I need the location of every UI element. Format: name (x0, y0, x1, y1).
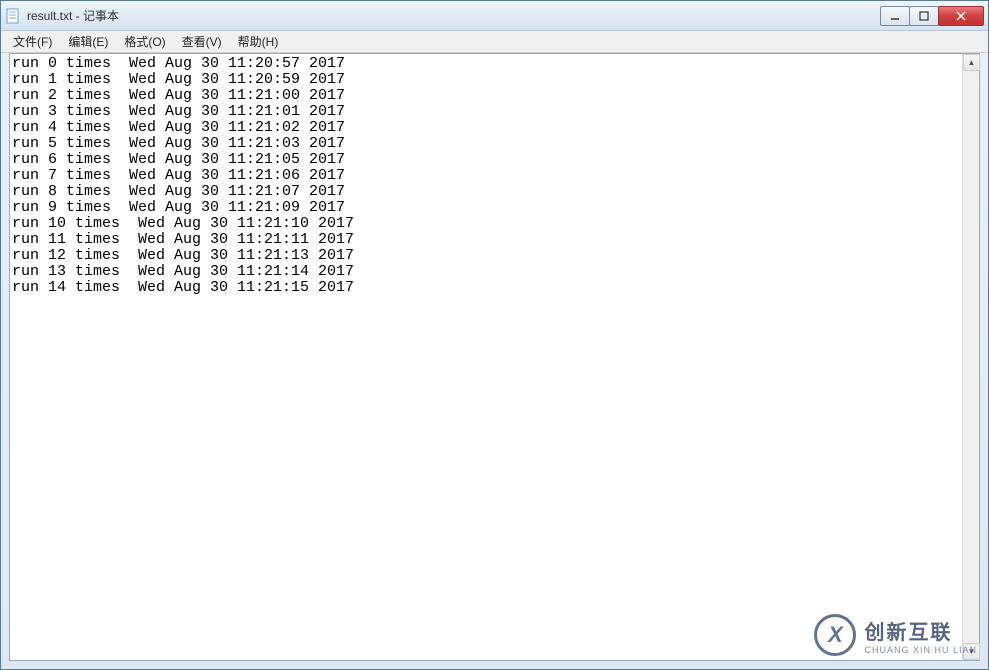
window-title: result.txt - 记事本 (27, 7, 881, 24)
titlebar[interactable]: result.txt - 记事本 (1, 1, 988, 31)
window-controls (881, 6, 984, 26)
minimize-button[interactable] (880, 6, 910, 26)
text-line: run 12 times Wed Aug 30 11:21:13 2017 (12, 248, 960, 264)
text-line: run 1 times Wed Aug 30 11:20:59 2017 (12, 72, 960, 88)
text-line: run 8 times Wed Aug 30 11:21:07 2017 (12, 184, 960, 200)
close-button[interactable] (938, 6, 984, 26)
text-line: run 3 times Wed Aug 30 11:21:01 2017 (12, 104, 960, 120)
watermark-en: CHUANG XIN HU LIAN (864, 645, 977, 655)
text-line: run 7 times Wed Aug 30 11:21:06 2017 (12, 168, 960, 184)
text-line: run 14 times Wed Aug 30 11:21:15 2017 (12, 280, 960, 296)
watermark: X 创新互联 CHUANG XIN HU LIAN (814, 614, 977, 656)
text-line: run 5 times Wed Aug 30 11:21:03 2017 (12, 136, 960, 152)
text-line: run 10 times Wed Aug 30 11:21:10 2017 (12, 216, 960, 232)
notepad-icon (5, 8, 21, 24)
text-line: run 2 times Wed Aug 30 11:21:00 2017 (12, 88, 960, 104)
text-content[interactable]: run 0 times Wed Aug 30 11:20:57 2017run … (10, 54, 962, 660)
text-line: run 6 times Wed Aug 30 11:21:05 2017 (12, 152, 960, 168)
menu-view[interactable]: 查看(V) (174, 31, 230, 52)
text-line: run 11 times Wed Aug 30 11:21:11 2017 (12, 232, 960, 248)
maximize-button[interactable] (909, 6, 939, 26)
editor-area: run 0 times Wed Aug 30 11:20:57 2017run … (9, 53, 980, 661)
menu-help[interactable]: 帮助(H) (230, 31, 287, 52)
text-line: run 9 times Wed Aug 30 11:21:09 2017 (12, 200, 960, 216)
menu-file[interactable]: 文件(F) (5, 31, 60, 52)
menu-edit[interactable]: 编辑(E) (60, 31, 116, 52)
watermark-cn: 创新互联 (864, 616, 977, 645)
scroll-up-button[interactable]: ▲ (963, 54, 980, 71)
text-line: run 4 times Wed Aug 30 11:21:02 2017 (12, 120, 960, 136)
menu-format[interactable]: 格式(O) (116, 31, 173, 52)
text-line: run 13 times Wed Aug 30 11:21:14 2017 (12, 264, 960, 280)
menubar: 文件(F) 编辑(E) 格式(O) 查看(V) 帮助(H) (1, 31, 988, 53)
text-line: run 0 times Wed Aug 30 11:20:57 2017 (12, 56, 960, 72)
watermark-logo-icon: X (814, 614, 856, 656)
watermark-text: 创新互联 CHUANG XIN HU LIAN (864, 616, 977, 655)
notepad-window: result.txt - 记事本 文件(F) 编辑(E) 格式(O) 查看(V)… (0, 0, 989, 670)
vertical-scrollbar[interactable]: ▲ ▼ (962, 54, 979, 660)
